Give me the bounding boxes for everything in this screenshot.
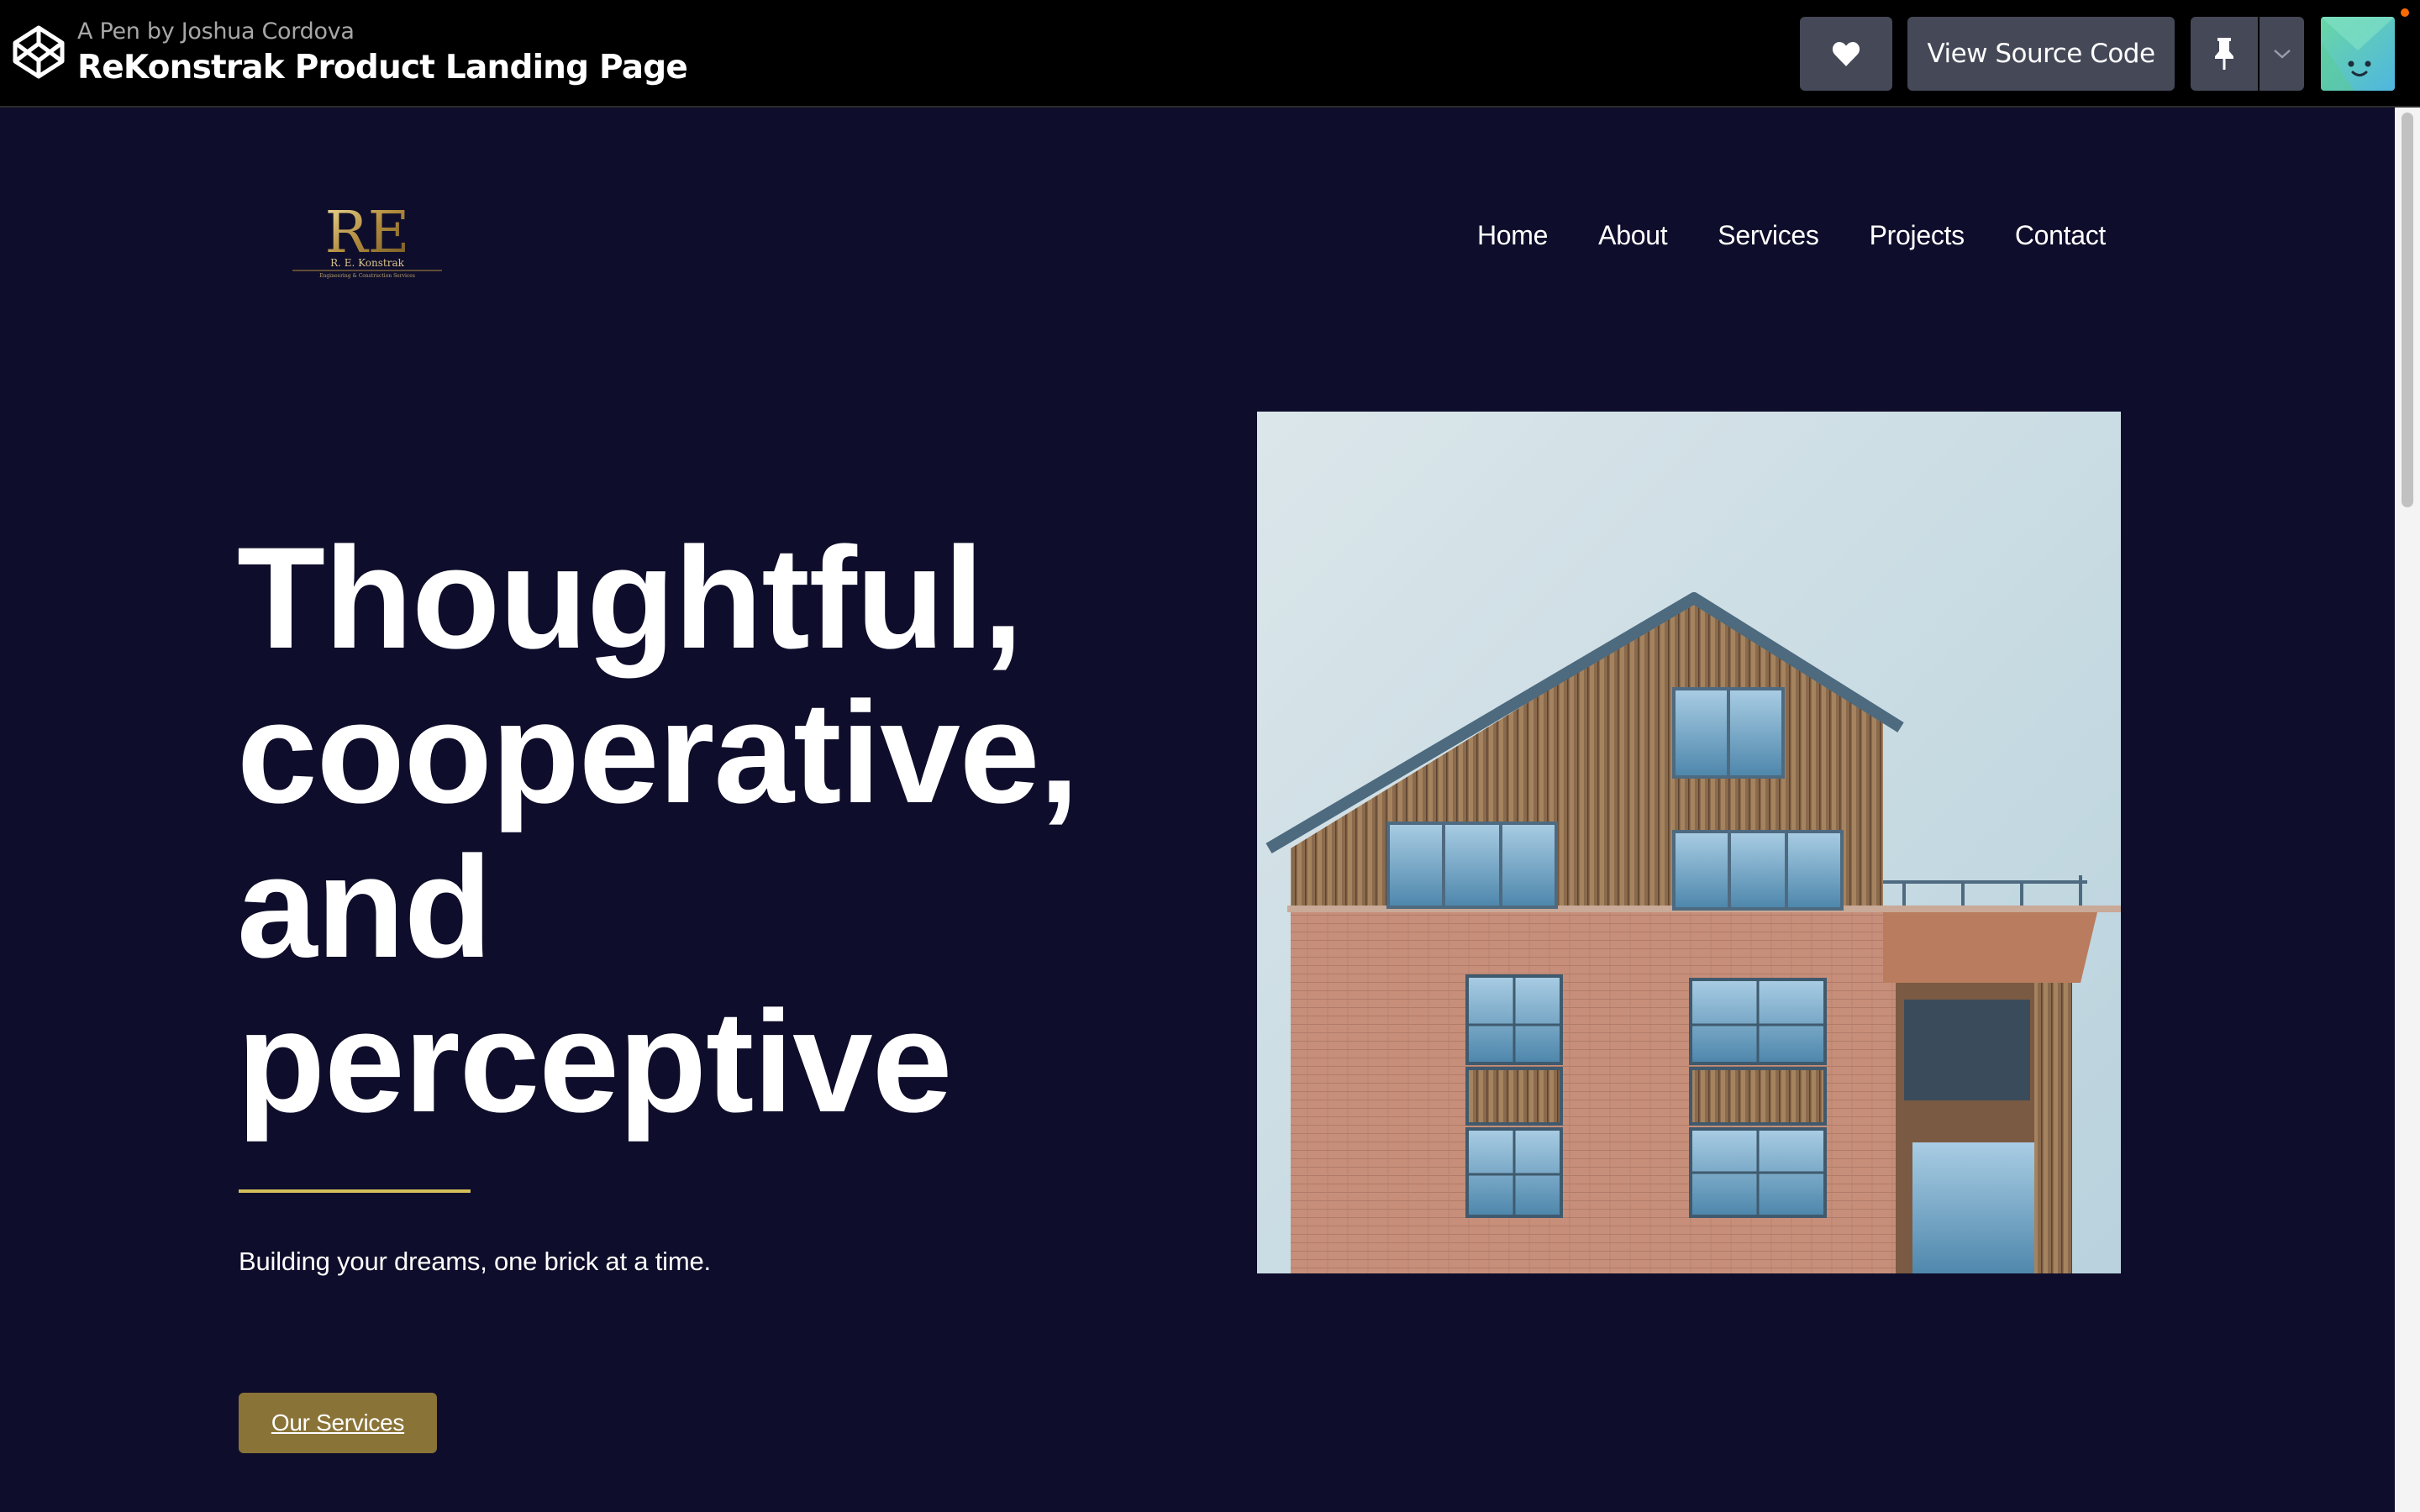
hero-title-line: perceptive — [237, 981, 952, 1142]
like-button[interactable] — [1800, 17, 1892, 91]
nav-about[interactable]: About — [1598, 220, 1667, 251]
logo-name: R. E. Konstrak — [330, 257, 405, 269]
hero-title: Thoughtful, cooperative, and perceptive — [237, 521, 1161, 1139]
hero-title-line: Thoughtful, — [237, 517, 1023, 679]
page-root: A Pen by Joshua Cordova ReKonstrak Produ… — [0, 0, 2420, 1512]
user-avatar[interactable] — [2321, 17, 2395, 91]
avatar-image — [2321, 17, 2395, 91]
pin-icon — [2215, 38, 2233, 70]
chevron-down-icon — [2273, 50, 2291, 59]
pen-title: ReKonstrak Product Landing Page — [77, 49, 688, 87]
nav-projects[interactable]: Projects — [1870, 220, 1965, 251]
pin-button[interactable] — [2191, 17, 2258, 91]
main-nav: Home About Services Projects Contact — [1477, 220, 2106, 251]
hero-title-line: and — [237, 827, 492, 988]
heart-icon — [1832, 42, 1860, 66]
site-logo[interactable]: RE R. E. Konstrak Engineering & Construc… — [291, 200, 444, 281]
codepen-logo-icon[interactable] — [12, 24, 66, 81]
our-services-button[interactable]: Our Services — [239, 1393, 437, 1453]
hero-tagline: Building your dreams, one brick at a tim… — [239, 1247, 711, 1276]
nav-contact[interactable]: Contact — [2015, 220, 2106, 251]
byline-prefix: A Pen by — [77, 18, 175, 45]
pin-menu-button[interactable] — [2260, 17, 2304, 91]
nav-services[interactable]: Services — [1718, 220, 1819, 251]
view-source-button[interactable]: View Source Code — [1907, 17, 2175, 91]
codepen-header: A Pen by Joshua Cordova ReKonstrak Produ… — [0, 0, 2420, 108]
pen-byline: A Pen by Joshua Cordova — [77, 18, 355, 45]
hero-title-line: cooperative, — [237, 672, 1079, 833]
logo-tagline: Engineering & Construction Services — [319, 273, 415, 279]
accent-divider — [239, 1189, 471, 1193]
nav-home[interactable]: Home — [1477, 220, 1548, 251]
notification-dot — [2401, 8, 2409, 17]
hero-building-image — [1257, 412, 2121, 1273]
author-link[interactable]: Joshua Cordova — [182, 18, 355, 45]
scrollbar-thumb[interactable] — [2402, 113, 2413, 507]
